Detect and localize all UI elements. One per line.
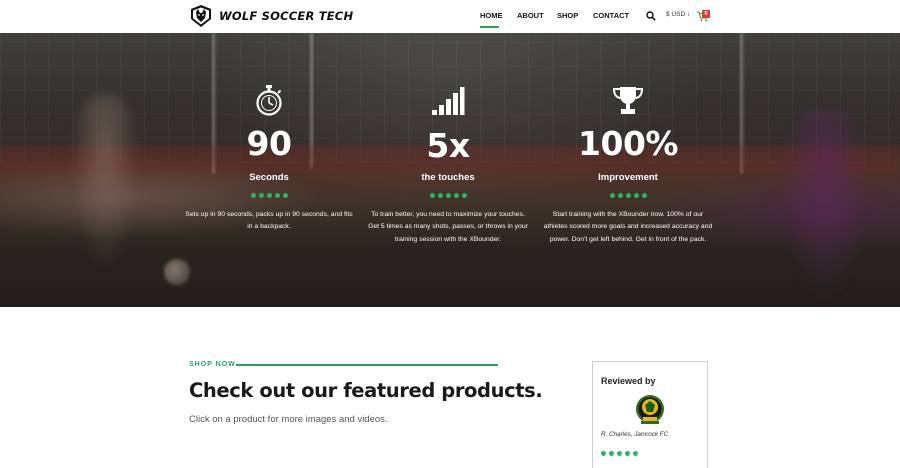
shop-heading: Check out our featured products.: [189, 379, 543, 402]
dot: [453, 193, 459, 198]
stat-description: To train better, you need to maximize yo…: [368, 211, 528, 243]
logo-text: WOLF SOCCER TECH: [219, 9, 354, 23]
stat-description: Start training with the XBounder now. 10…: [543, 211, 713, 243]
nav-home[interactable]: HOME: [480, 11, 503, 20]
stat-dots: [184, 193, 354, 198]
nav-about[interactable]: ABOUT: [517, 11, 544, 20]
search-icon[interactable]: [646, 11, 656, 21]
dot: [625, 451, 630, 456]
dot: [429, 193, 435, 198]
stat-label: the touches: [421, 172, 475, 183]
dot: [282, 193, 288, 198]
review-title: Reviewed by: [601, 376, 656, 386]
dot: [601, 451, 606, 456]
dot: [633, 193, 639, 198]
trophy-icon: [612, 87, 644, 114]
shop-subtext: Click on a product for more images and v…: [189, 414, 388, 425]
chevron-updown-icon: ↕: [686, 11, 691, 18]
stat-label: Seconds: [249, 172, 289, 183]
shop-eyebrow: SHOP NOW: [189, 361, 236, 368]
cart-count-badge: 0: [702, 10, 710, 18]
dot: [445, 193, 451, 198]
review-dots: [601, 451, 638, 456]
wolf-logo-icon: [191, 5, 211, 27]
nav-contact[interactable]: CONTACT: [593, 11, 629, 20]
dot: [641, 193, 647, 198]
stat-value: 5x: [426, 126, 470, 165]
stat-dots: [363, 193, 533, 198]
stat-dots: [543, 193, 713, 198]
stopwatch-icon: [256, 85, 282, 116]
dot: [258, 193, 264, 198]
currency-label: $ USD: [666, 11, 686, 18]
stat-value: 90: [246, 124, 292, 163]
dot: [625, 193, 631, 198]
reviewer-name: R. Charles, Jamrock FC: [601, 431, 669, 438]
dot: [437, 193, 443, 198]
dot: [250, 193, 256, 198]
dot: [266, 193, 272, 198]
shop-divider-line: [236, 364, 498, 366]
site-header: WOLF SOCCER TECH HOME ABOUT SHOP CONTACT…: [0, 0, 900, 33]
review-card: Reviewed by R. Charles, Jamrock FC: [592, 361, 708, 468]
hero-section: 90 Seconds Sets up in 90 seconds, packs …: [0, 33, 900, 307]
dot: [609, 451, 614, 456]
site-logo[interactable]: WOLF SOCCER TECH: [189, 4, 353, 28]
nav-active-indicator: [480, 26, 499, 28]
signal-bars-icon: [432, 87, 465, 115]
dot: [617, 451, 622, 456]
club-crest-icon: [636, 395, 664, 424]
dot: [617, 193, 623, 198]
nav-shop[interactable]: SHOP: [557, 11, 578, 20]
dot: [609, 193, 615, 198]
dot: [633, 451, 638, 456]
stat-description: Sets up in 90 seconds, packs up in 90 se…: [185, 211, 353, 231]
dot: [461, 193, 467, 198]
hero-overlay: [0, 33, 900, 307]
stat-value: 100%: [578, 124, 678, 163]
currency-selector[interactable]: $ USD ↕: [666, 11, 690, 18]
stat-label: Improvement: [598, 172, 658, 183]
dot: [274, 193, 280, 198]
